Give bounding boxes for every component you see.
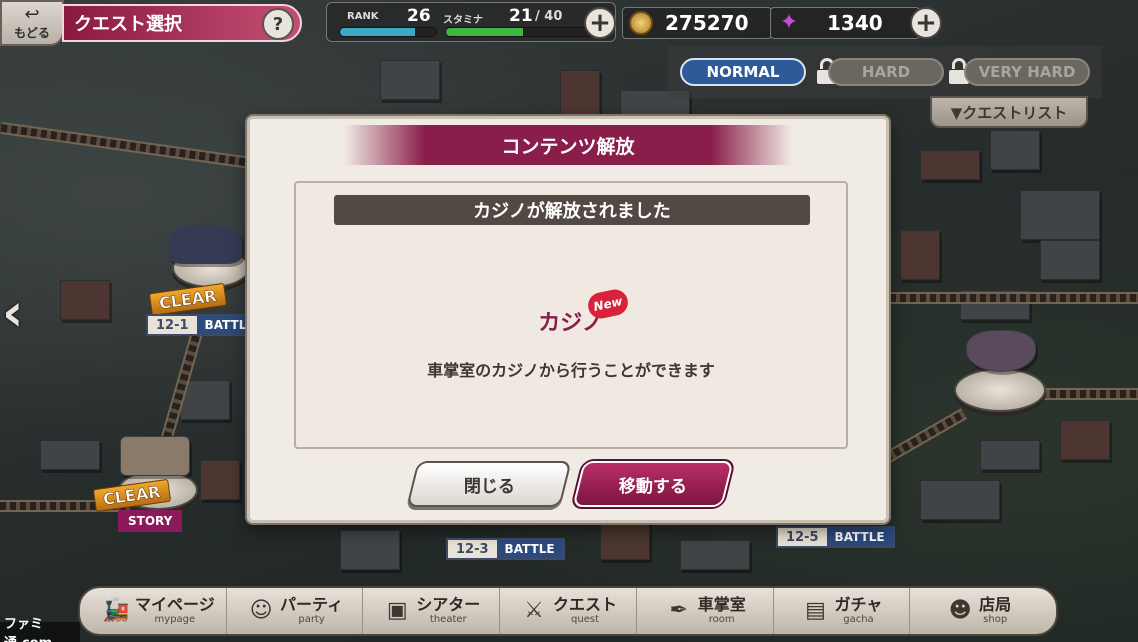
stamina-progress-fill <box>446 28 523 36</box>
pen-icon: ✒ <box>669 598 688 623</box>
player-stats: RANK 26 スタミナ 21 / 40 <box>326 2 616 42</box>
feature-description: 車掌室のカジノから行うことができます <box>427 361 715 380</box>
train-icon: 🚂 <box>102 598 130 623</box>
quest-node-plate[interactable]: 12-5 BATTLE <box>776 526 895 548</box>
unlocked-feature-name: カジノ <box>538 311 604 336</box>
menu-item-room[interactable]: ✒ 車掌室 room <box>637 588 774 634</box>
help-button[interactable]: ? <box>262 8 294 40</box>
quest-list-button[interactable]: ▼クエストリスト <box>930 96 1088 128</box>
watermark: ファミ通.com <box>0 617 80 642</box>
rank-value: 26 <box>407 6 431 26</box>
difficulty-selector: NORMAL HARD VERY HARD <box>668 46 1102 98</box>
ticket-icon: ▤ <box>805 598 826 623</box>
stadium-icon <box>168 224 242 264</box>
gem-counter: ✦ 1340 <box>770 7 920 39</box>
prev-area-arrow-icon[interactable]: ‹ <box>2 287 40 344</box>
shopkeeper-icon: ☻ <box>948 598 972 623</box>
dialog-body: カジノが解放されました カジノ New 車掌室のカジノから行うことができます <box>294 181 848 449</box>
difficulty-normal-tab[interactable]: NORMAL <box>680 58 806 86</box>
swords-icon: ⚔ <box>524 598 544 623</box>
coin-counter: 275270 <box>622 7 772 39</box>
quest-node-plate[interactable]: STORY <box>118 510 183 532</box>
content-unlock-dialog: コンテンツ解放 カジノが解放されました カジノ New 車掌室のカジノから行うこ… <box>247 116 889 523</box>
menu-item-quest[interactable]: ⚔ クエスト quest <box>500 588 637 634</box>
back-button[interactable]: ↩ もどる <box>0 0 64 46</box>
close-button[interactable]: 閉じる <box>406 461 572 507</box>
bottom-menu: 🚂 マイページ mypage ☺ パーティ party ▣ シアター theater … <box>78 586 1058 636</box>
character-icon: ☺ <box>249 598 273 623</box>
dialog-title: コンテンツ解放 <box>501 135 635 158</box>
projector-icon: ▣ <box>386 598 408 623</box>
menu-item-party[interactable]: ☺ パーティ party <box>227 588 364 634</box>
difficulty-hard-tab[interactable]: HARD <box>828 58 944 86</box>
stamina-label: スタミナ <box>443 15 483 26</box>
dialog-subtitle: カジノが解放されました <box>473 201 671 222</box>
quest-node-12-6[interactable] <box>954 368 1046 412</box>
top-bar: ↩ もどる クエスト選択 ? RANK 26 スタミナ 21 / 40 + 27… <box>0 0 1138 46</box>
coin-value: 275270 <box>665 11 749 35</box>
quest-node-plate[interactable]: 12-3 BATTLE <box>446 538 565 560</box>
coin-icon <box>629 11 653 35</box>
book-icon <box>120 436 190 476</box>
stamina-current: 21 <box>509 6 533 26</box>
rank-progress-fill <box>340 28 415 36</box>
back-arrow-icon: ↩ <box>24 3 40 25</box>
gem-value: 1340 <box>827 11 883 35</box>
stamina-recover-button[interactable]: + <box>584 7 616 39</box>
buy-gems-button[interactable]: + <box>910 7 942 39</box>
dialog-subtitle-bar: カジノが解放されました <box>334 195 810 225</box>
page-title: クエスト選択 <box>74 14 182 35</box>
menu-item-theater[interactable]: ▣ シアター theater <box>363 588 501 634</box>
difficulty-very-hard-tab[interactable]: VERY HARD <box>964 58 1090 86</box>
dialog-header: コンテンツ解放 <box>344 125 792 165</box>
move-button[interactable]: 移動する <box>570 459 736 509</box>
stamina-max: / 40 <box>535 9 563 24</box>
menu-item-shop[interactable]: ☻ 店局 shop <box>910 588 1046 634</box>
menu-item-mypage[interactable]: 🚂 マイページ mypage <box>90 588 227 634</box>
rank-label: RANK <box>347 11 379 22</box>
rank-progress-bar <box>339 27 437 37</box>
floating-island-icon <box>966 330 1036 372</box>
stamina-progress-bar <box>445 27 593 37</box>
gem-icon: ✦ <box>779 10 799 35</box>
menu-item-gacha[interactable]: ▤ ガチャ gacha <box>774 588 911 634</box>
